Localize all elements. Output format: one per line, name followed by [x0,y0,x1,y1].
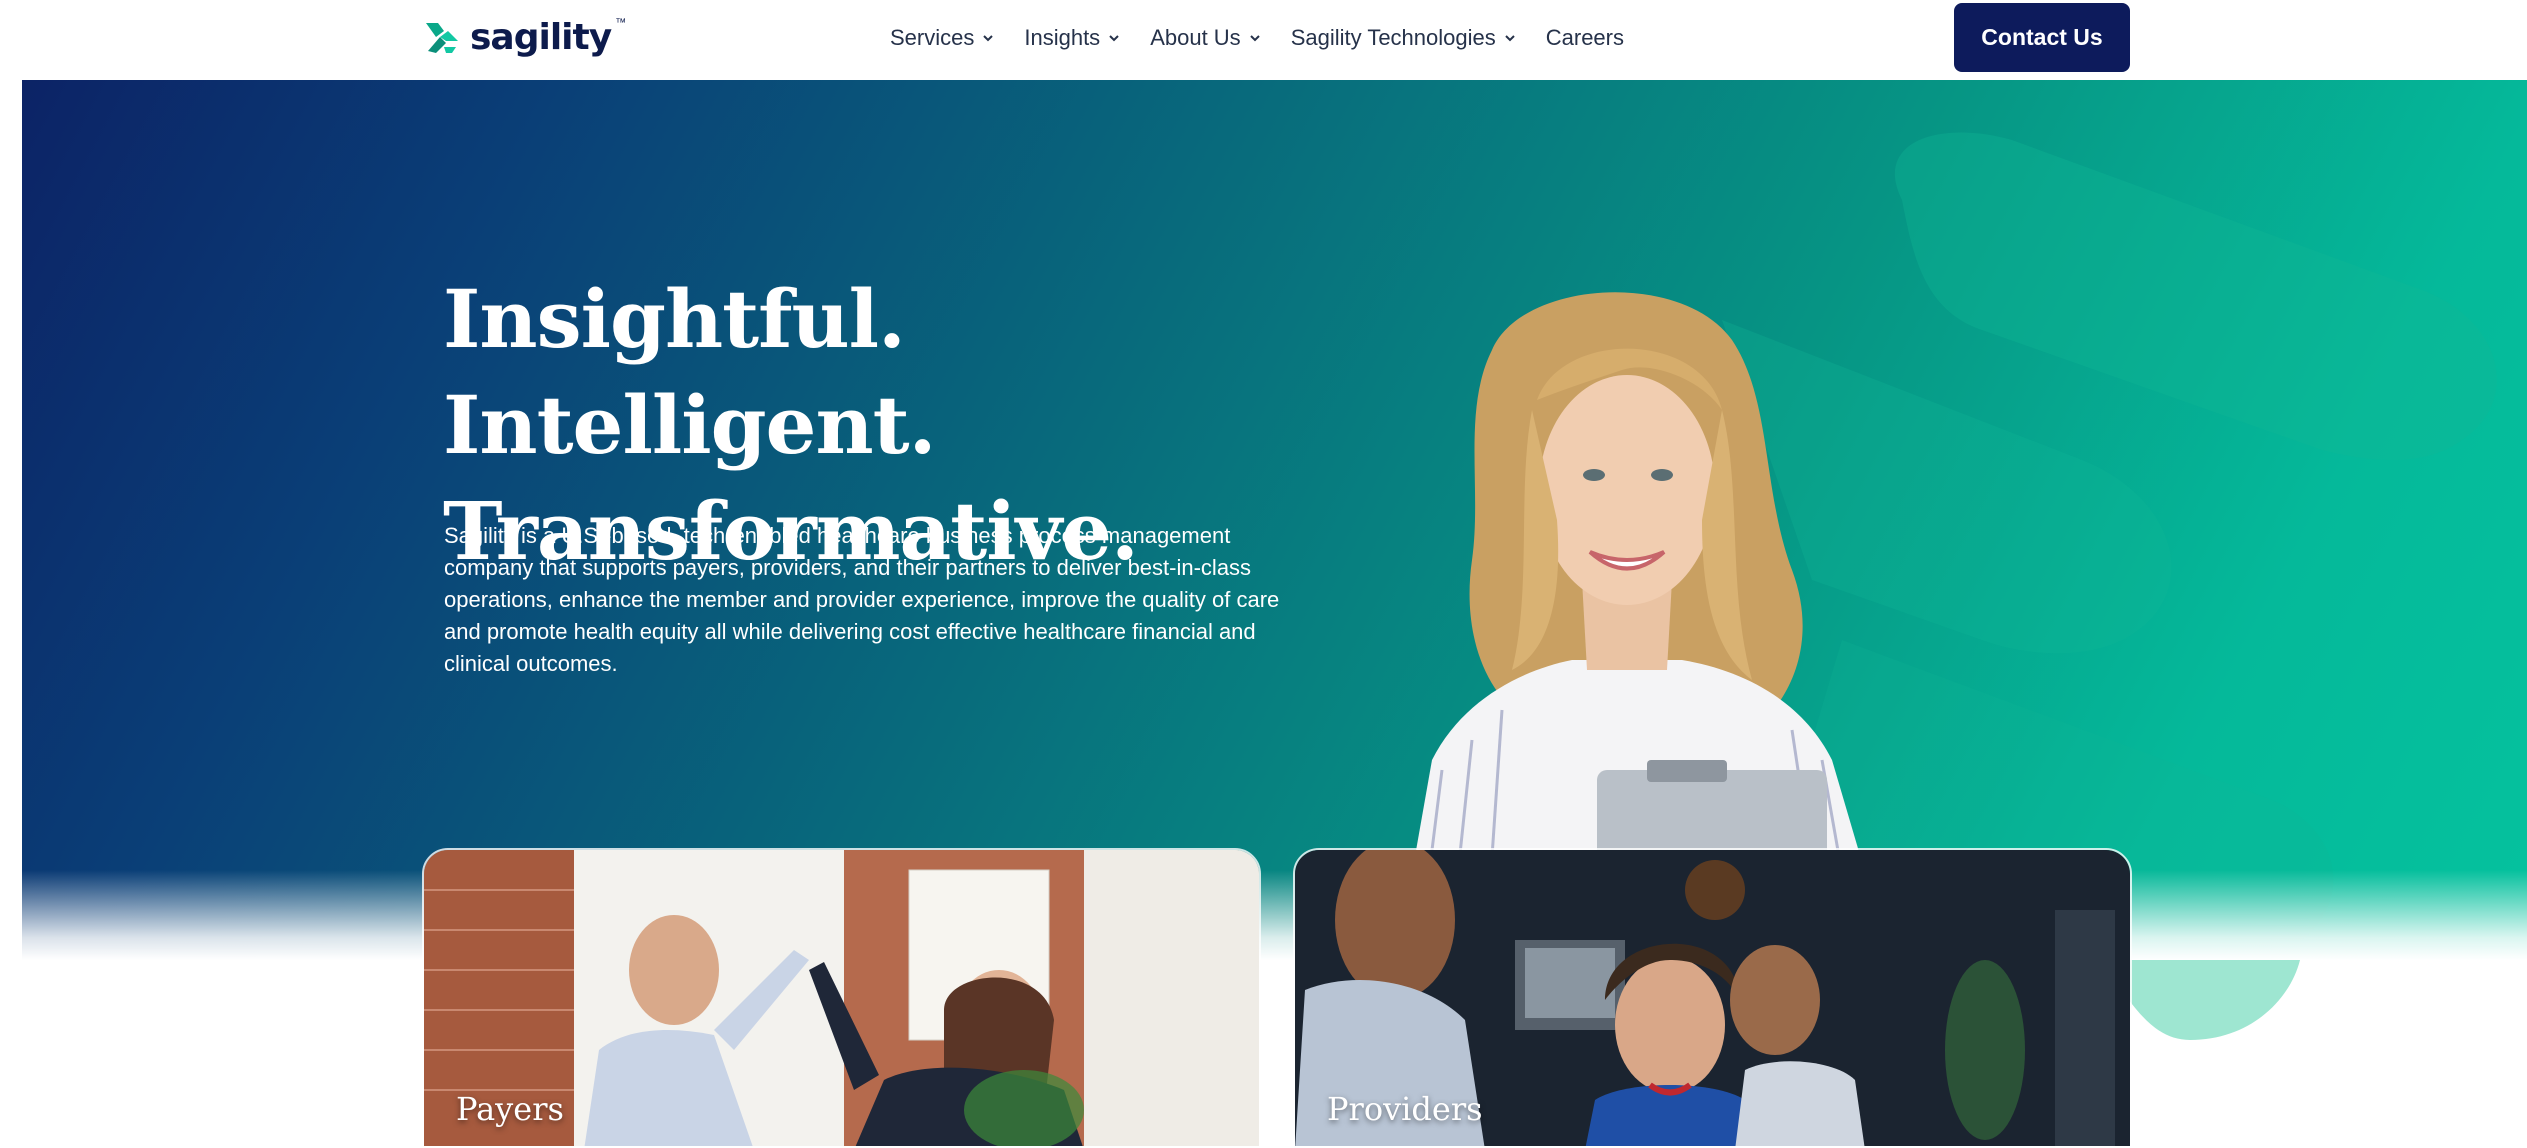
chevron-down-icon [1249,35,1260,42]
chevron-down-icon [1109,35,1119,42]
hero-section: Insightful. Intelligent. Transformative.… [22,80,2527,960]
nav-item-sagility-technologies[interactable]: Sagility Technologies [1291,25,1516,51]
site-header: sagility ™ Services Insights About Us Sa… [0,0,2527,80]
nav-item-label: About Us [1150,25,1241,50]
hero-woman-image [1402,292,1882,930]
logo-mark-icon [426,23,458,53]
contact-us-button[interactable]: Contact Us [1954,3,2130,72]
nav-item-services[interactable]: Services [890,25,994,51]
providers-card-label: Providers [1327,1090,1483,1128]
nav-item-label: Services [890,25,975,50]
nav-item-label: Sagility Technologies [1290,25,1496,50]
nav-item-label: Careers [1545,25,1624,50]
sagility-logo[interactable]: sagility ™ [422,12,626,62]
nav-item-careers[interactable]: Careers [1546,25,1624,51]
logo-trademark: ™ [615,17,627,29]
hero-headline-line-1: Insightful. Intelligent. [443,272,936,472]
providers-card[interactable]: Providers [1293,848,2132,1148]
chevron-down-icon [1505,35,1515,42]
nav-item-about-us[interactable]: About Us [1150,25,1261,51]
main-nav: Services Insights About Us Sagility Tech… [890,22,1624,54]
chevron-down-icon [983,35,994,42]
hero-bottom-fade [22,870,2527,960]
nav-item-label: Insights [1024,25,1101,50]
logo-text: sagility [470,16,612,58]
payers-card[interactable]: Payers [422,848,1261,1148]
nav-item-insights[interactable]: Insights [1024,25,1120,51]
hero-intro-text: Sagility is a U.S.-based, tech-enabled h… [444,523,1280,676]
payers-card-label: Payers [456,1090,564,1128]
